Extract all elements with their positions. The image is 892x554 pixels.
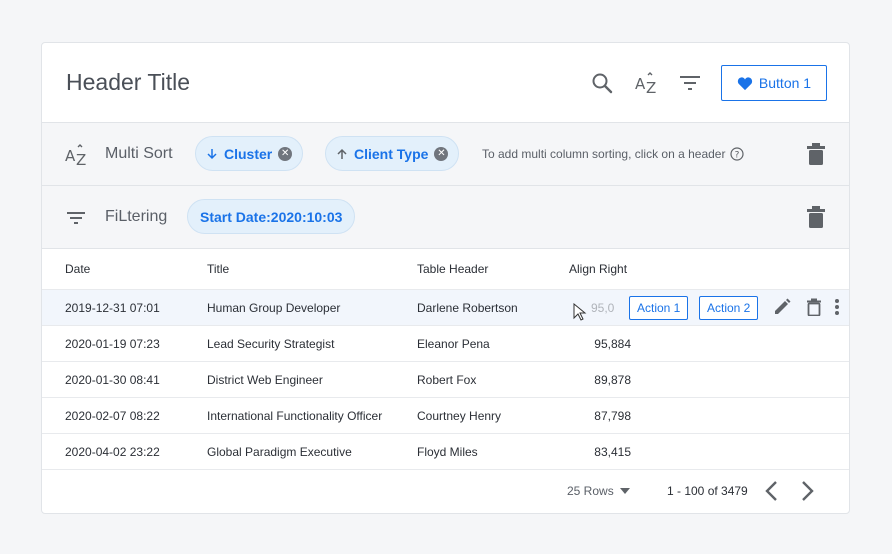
cell-align-right: 95,884 xyxy=(594,337,631,351)
previous-page-icon[interactable] xyxy=(764,480,778,502)
rows-per-page-select[interactable]: 25 Rows xyxy=(567,484,630,498)
caret-down-icon xyxy=(619,488,630,494)
arrow-up-icon xyxy=(337,148,347,159)
card-header: Header Title A Z Button 1 xyxy=(42,43,849,123)
cell-align-right: 89,878 xyxy=(594,373,631,387)
column-header-title[interactable]: Title xyxy=(207,262,229,276)
remove-chip-icon[interactable]: ✕ xyxy=(278,146,293,161)
table-row[interactable]: 2020-01-30 08:41 District Web Engineer R… xyxy=(42,361,849,397)
svg-text:A: A xyxy=(65,147,76,165)
cell-title: Lead Security Strategist xyxy=(207,337,335,351)
delete-icon[interactable] xyxy=(806,298,822,316)
svg-text:?: ? xyxy=(735,151,740,161)
cell-title: Global Paradigm Executive xyxy=(207,445,352,459)
column-header-date[interactable]: Date xyxy=(65,262,90,276)
filter-chip-start-date[interactable]: Start Date:2020:10:03 xyxy=(187,199,356,234)
filter-label: FiLtering xyxy=(105,208,168,225)
cell-align-right: 95,0 xyxy=(591,301,615,315)
sort-chip-label: Client Type xyxy=(354,145,429,162)
cell-table-header: Robert Fox xyxy=(417,373,477,387)
svg-text:Z: Z xyxy=(76,151,86,167)
pagination-range: 1 - 100 of 3479 xyxy=(667,484,748,498)
sort-hint: To add multi column sorting, click on a … xyxy=(482,147,745,161)
cell-table-header: Eleanor Pena xyxy=(417,337,490,351)
cell-table-header: Darlene Robertson xyxy=(417,301,518,315)
multi-sort-label: Multi Sort xyxy=(105,145,173,162)
pagination-footer: 25 Rows 1 - 100 of 3479 xyxy=(42,469,849,513)
help-icon[interactable]: ? xyxy=(730,147,745,161)
more-vertical-icon[interactable] xyxy=(834,298,840,316)
cell-date: 2020-01-30 08:41 xyxy=(65,373,160,387)
svg-text:Z: Z xyxy=(646,79,656,95)
cell-align-right: 87,798 xyxy=(594,409,631,423)
sort-chip-cluster[interactable]: Cluster ✕ xyxy=(195,136,304,171)
cell-date: 2020-01-19 07:23 xyxy=(65,337,160,351)
page-title: Header Title xyxy=(66,69,191,95)
cell-table-header: Courtney Henry xyxy=(417,409,502,423)
sort-az-icon[interactable]: A Z xyxy=(634,71,658,95)
cell-title: Human Group Developer xyxy=(207,301,341,315)
search-icon[interactable] xyxy=(590,71,614,95)
rows-per-page-label: 25 Rows xyxy=(567,484,614,498)
cell-date: 2020-04-02 23:22 xyxy=(65,445,160,459)
multi-sort-bar: A Z Multi Sort Cluster ✕ Client Type ✕ T… xyxy=(42,123,849,186)
cell-title: International Functionality Officer xyxy=(207,409,383,423)
cell-table-header: Floyd Miles xyxy=(417,445,478,459)
next-page-icon[interactable] xyxy=(801,480,815,502)
sort-chip-label: Cluster xyxy=(224,145,273,162)
clear-sort-trash-icon[interactable] xyxy=(805,142,827,166)
column-header-align-right[interactable]: Align Right xyxy=(569,262,627,276)
cell-title: District Web Engineer xyxy=(207,373,323,387)
filter-icon xyxy=(67,212,85,224)
filter-icon[interactable] xyxy=(678,71,702,95)
filter-chip-label: Start Date:2020:10:03 xyxy=(200,208,343,225)
button-1[interactable]: Button 1 xyxy=(721,65,827,101)
cell-align-right: 83,415 xyxy=(594,445,631,459)
table-row[interactable]: 2020-02-07 08:22 International Functiona… xyxy=(42,397,849,433)
sort-chip-client-type[interactable]: Client Type ✕ xyxy=(325,136,460,171)
button-1-label: Button 1 xyxy=(758,75,812,91)
table-row[interactable]: 2020-01-19 07:23 Lead Security Strategis… xyxy=(42,325,849,361)
filter-bar: FiLtering Start Date:2020:10:03 xyxy=(42,186,849,249)
clear-filter-trash-icon[interactable] xyxy=(805,205,827,229)
svg-text:A: A xyxy=(635,75,646,93)
table-row[interactable]: 2019-12-31 07:01 Human Group Developer D… xyxy=(42,289,849,325)
sort-az-icon: A Z xyxy=(65,144,86,167)
sort-hint-text: To add multi column sorting, click on a … xyxy=(482,147,726,161)
action-1-button[interactable]: Action 1 xyxy=(629,296,689,320)
heart-icon xyxy=(737,76,753,90)
cell-date: 2019-12-31 07:01 xyxy=(65,301,160,315)
mouse-cursor-icon xyxy=(573,303,587,321)
remove-chip-icon[interactable]: ✕ xyxy=(434,146,449,161)
cell-date: 2020-02-07 08:22 xyxy=(65,409,160,423)
column-header-table-header[interactable]: Table Header xyxy=(417,262,488,276)
arrow-down-icon xyxy=(207,148,217,159)
action-2-button[interactable]: Action 2 xyxy=(699,296,759,320)
edit-icon[interactable] xyxy=(773,298,791,316)
table-row[interactable]: 2020-04-02 23:22 Global Paradigm Executi… xyxy=(42,433,849,469)
data-table-card: Header Title A Z Button 1 A Z Multi Sort… xyxy=(41,42,850,514)
